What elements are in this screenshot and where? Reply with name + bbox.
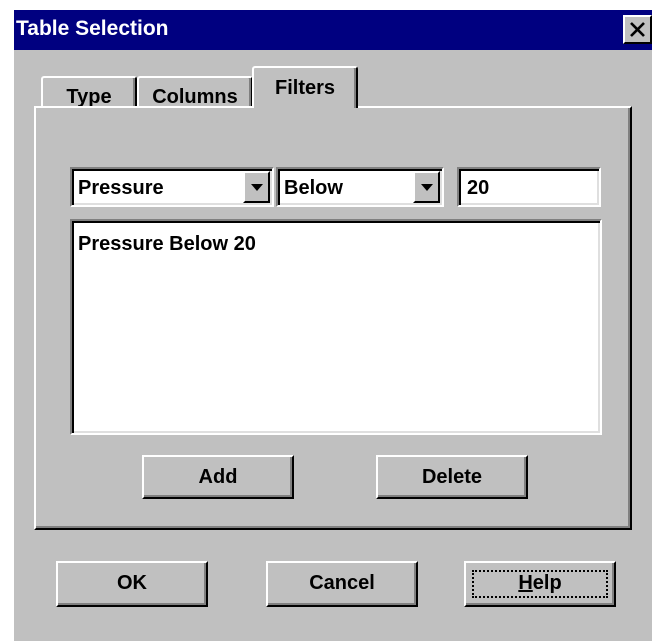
tab-type[interactable]: Type <box>41 76 137 108</box>
help-mnemonic: H <box>518 572 533 594</box>
add-button[interactable]: Add <box>142 455 294 499</box>
chevron-down-icon <box>421 184 433 191</box>
tab-filters[interactable]: Filters <box>252 66 358 114</box>
table-selection-dialog: Table Selection Type Columns Filters Pre… <box>12 8 652 641</box>
operator-dropdown-button[interactable] <box>413 171 440 203</box>
tab-columns[interactable]: Columns <box>137 76 253 108</box>
value-input[interactable]: 20 <box>457 167 601 207</box>
cancel-button[interactable]: Cancel <box>266 561 418 607</box>
operator-dropdown[interactable]: Below <box>276 167 444 207</box>
cancel-button-label: Cancel <box>309 572 375 594</box>
add-button-label: Add <box>198 466 238 488</box>
close-button[interactable] <box>623 15 652 44</box>
window-title: Table Selection <box>16 17 169 40</box>
close-icon <box>630 22 645 37</box>
field-dropdown[interactable]: Pressure <box>70 167 274 207</box>
help-button[interactable]: Help <box>464 561 616 607</box>
field-dropdown-button[interactable] <box>243 171 270 203</box>
title-bar[interactable]: Table Selection <box>14 10 652 50</box>
tab-columns-label: Columns <box>152 86 238 108</box>
ok-button[interactable]: OK <box>56 561 208 607</box>
filter-list[interactable]: Pressure Below 20 <box>70 219 602 435</box>
tab-type-label: Type <box>66 86 112 108</box>
help-button-label: Help <box>518 572 561 594</box>
tab-filters-label: Filters <box>274 77 336 99</box>
operator-dropdown-value: Below <box>284 177 343 199</box>
ok-button-label: OK <box>117 572 147 594</box>
field-dropdown-value: Pressure <box>78 177 164 199</box>
delete-button-label: Delete <box>421 466 483 488</box>
list-item[interactable]: Pressure Below 20 <box>78 232 256 256</box>
chevron-down-icon <box>251 184 263 191</box>
help-label-rest: elp <box>532 572 562 594</box>
value-input-text: 20 <box>467 177 490 199</box>
delete-button[interactable]: Delete <box>376 455 528 499</box>
